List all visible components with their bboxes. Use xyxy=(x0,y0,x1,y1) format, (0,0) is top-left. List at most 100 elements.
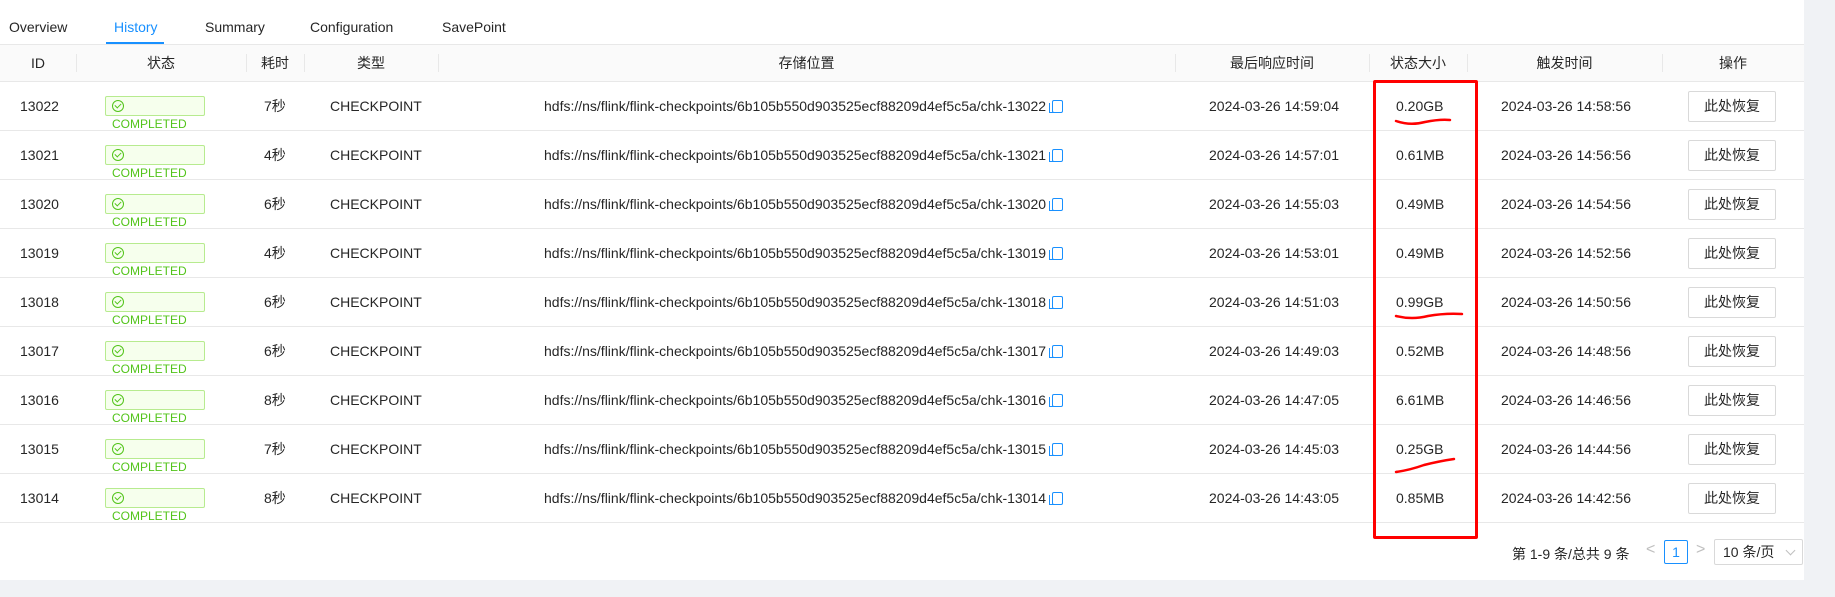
copy-icon[interactable] xyxy=(1049,492,1064,505)
location-text: hdfs://ns/flink/flink-checkpoints/6b105b… xyxy=(544,196,1047,212)
table-row: 13018 COMPLETED 6秒 CHECKPOINT hdfs://ns/… xyxy=(0,278,1804,327)
table-row: 13017 COMPLETED 6秒 CHECKPOINT hdfs://ns/… xyxy=(0,327,1804,376)
copy-icon[interactable] xyxy=(1049,394,1064,407)
status-text: COMPLETED xyxy=(112,215,187,229)
cell-id: 13021 xyxy=(20,147,59,163)
status-badge: COMPLETED xyxy=(105,292,205,327)
cell-trigger-time: 2024-03-26 14:52:56 xyxy=(1501,245,1631,261)
cell-location: hdfs://ns/flink/flink-checkpoints/6b105b… xyxy=(544,425,1064,473)
copy-icon[interactable] xyxy=(1049,345,1064,358)
restore-here-button[interactable]: 此处恢复 xyxy=(1688,91,1776,122)
cell-location: hdfs://ns/flink/flink-checkpoints/6b105b… xyxy=(544,376,1064,424)
status-badge: COMPLETED xyxy=(105,145,205,180)
copy-icon[interactable] xyxy=(1049,296,1064,309)
status-text: COMPLETED xyxy=(112,264,187,278)
cell-location: hdfs://ns/flink/flink-checkpoints/6b105b… xyxy=(544,327,1064,375)
cell-state-size: 0.85MB xyxy=(1396,490,1445,506)
chevron-down-icon xyxy=(1785,545,1796,556)
status-text: COMPLETED xyxy=(112,460,187,474)
cell-id: 13014 xyxy=(20,490,59,506)
page-size-select[interactable]: 10 条/页 xyxy=(1714,539,1803,565)
cell-state-size: 0.99GB xyxy=(1396,294,1444,310)
cell-last-response: 2024-03-26 14:59:04 xyxy=(1209,98,1339,114)
cell-id: 13017 xyxy=(20,343,59,359)
cell-id: 13020 xyxy=(20,196,59,212)
copy-icon[interactable] xyxy=(1049,247,1064,260)
cell-trigger-time: 2024-03-26 14:44:56 xyxy=(1501,441,1631,457)
cell-last-response: 2024-03-26 14:47:05 xyxy=(1209,392,1339,408)
cell-duration: 6秒 xyxy=(264,294,286,310)
status-text: COMPLETED xyxy=(112,166,187,180)
status-badge: COMPLETED xyxy=(105,194,205,229)
copy-icon[interactable] xyxy=(1049,443,1064,456)
status-badge: COMPLETED xyxy=(105,341,205,376)
cell-duration: 6秒 xyxy=(264,343,286,359)
location-text: hdfs://ns/flink/flink-checkpoints/6b105b… xyxy=(544,245,1047,261)
pagination-page-1[interactable]: 1 xyxy=(1664,540,1688,564)
check-circle-icon xyxy=(112,100,124,112)
location-text: hdfs://ns/flink/flink-checkpoints/6b105b… xyxy=(544,147,1047,163)
cell-location: hdfs://ns/flink/flink-checkpoints/6b105b… xyxy=(544,278,1064,326)
location-text: hdfs://ns/flink/flink-checkpoints/6b105b… xyxy=(544,490,1047,506)
restore-here-button[interactable]: 此处恢复 xyxy=(1688,140,1776,171)
copy-icon[interactable] xyxy=(1049,198,1064,211)
restore-here-button[interactable]: 此处恢复 xyxy=(1688,385,1776,416)
table-row: 13014 COMPLETED 8秒 CHECKPOINT hdfs://ns/… xyxy=(0,474,1804,523)
tab-history[interactable]: History xyxy=(114,19,158,35)
tab-overview[interactable]: Overview xyxy=(9,19,67,35)
tab-summary[interactable]: Summary xyxy=(205,19,265,35)
tab-savepoint[interactable]: SavePoint xyxy=(442,19,506,35)
cell-location: hdfs://ns/flink/flink-checkpoints/6b105b… xyxy=(544,474,1064,522)
table-row: 13015 COMPLETED 7秒 CHECKPOINT hdfs://ns/… xyxy=(0,425,1804,474)
restore-here-button[interactable]: 此处恢复 xyxy=(1688,434,1776,465)
check-circle-icon xyxy=(112,198,124,210)
cell-location: hdfs://ns/flink/flink-checkpoints/6b105b… xyxy=(544,229,1064,277)
column-header-trigger-time: 触发时间 xyxy=(1536,55,1593,71)
status-text: COMPLETED xyxy=(112,411,187,425)
cell-trigger-time: 2024-03-26 14:50:56 xyxy=(1501,294,1631,310)
cell-state-size: 0.61MB xyxy=(1396,147,1445,163)
cell-last-response: 2024-03-26 14:43:05 xyxy=(1209,490,1339,506)
cell-duration: 4秒 xyxy=(264,147,286,163)
restore-here-button[interactable]: 此处恢复 xyxy=(1688,287,1776,318)
cell-type: CHECKPOINT xyxy=(330,294,422,310)
location-text: hdfs://ns/flink/flink-checkpoints/6b105b… xyxy=(544,294,1047,310)
cell-location: hdfs://ns/flink/flink-checkpoints/6b105b… xyxy=(544,180,1064,228)
cell-trigger-time: 2024-03-26 14:56:56 xyxy=(1501,147,1631,163)
cell-last-response: 2024-03-26 14:53:01 xyxy=(1209,245,1339,261)
check-circle-icon xyxy=(112,149,124,161)
status-badge: COMPLETED xyxy=(105,488,205,523)
cell-last-response: 2024-03-26 14:45:03 xyxy=(1209,441,1339,457)
cell-id: 13019 xyxy=(20,245,59,261)
restore-here-button[interactable]: 此处恢复 xyxy=(1688,336,1776,367)
cell-duration: 8秒 xyxy=(264,392,286,408)
copy-icon[interactable] xyxy=(1049,100,1064,113)
restore-here-button[interactable]: 此处恢复 xyxy=(1688,189,1776,220)
cell-last-response: 2024-03-26 14:51:03 xyxy=(1209,294,1339,310)
cell-duration: 6秒 xyxy=(264,196,286,212)
column-header-status: 状态 xyxy=(147,55,175,71)
pagination-prev-icon[interactable]: < xyxy=(1646,541,1655,559)
cell-trigger-time: 2024-03-26 14:48:56 xyxy=(1501,343,1631,359)
cell-type: CHECKPOINT xyxy=(330,147,422,163)
cell-state-size: 6.61MB xyxy=(1396,392,1445,408)
check-circle-icon xyxy=(112,443,124,455)
restore-here-button[interactable]: 此处恢复 xyxy=(1688,238,1776,269)
cell-type: CHECKPOINT xyxy=(330,441,422,457)
status-badge: COMPLETED xyxy=(105,439,205,474)
cell-id: 13016 xyxy=(20,392,59,408)
restore-here-button[interactable]: 此处恢复 xyxy=(1688,483,1776,514)
cell-duration: 7秒 xyxy=(264,98,286,114)
tab-configuration[interactable]: Configuration xyxy=(310,19,393,35)
copy-icon[interactable] xyxy=(1049,149,1064,162)
status-text: COMPLETED xyxy=(112,117,187,131)
column-header-action: 操作 xyxy=(1719,55,1747,71)
check-circle-icon xyxy=(112,296,124,308)
tab-bar: Overview History Summary Configuration S… xyxy=(0,11,1804,45)
cell-state-size: 0.49MB xyxy=(1396,196,1445,212)
cell-type: CHECKPOINT xyxy=(330,245,422,261)
cell-trigger-time: 2024-03-26 14:58:56 xyxy=(1501,98,1631,114)
table-row: 13022 COMPLETED 7秒 CHECKPOINT hdfs://ns/… xyxy=(0,82,1804,131)
pagination-next-icon[interactable]: > xyxy=(1696,541,1705,559)
table-row: 13020 COMPLETED 6秒 CHECKPOINT hdfs://ns/… xyxy=(0,180,1804,229)
